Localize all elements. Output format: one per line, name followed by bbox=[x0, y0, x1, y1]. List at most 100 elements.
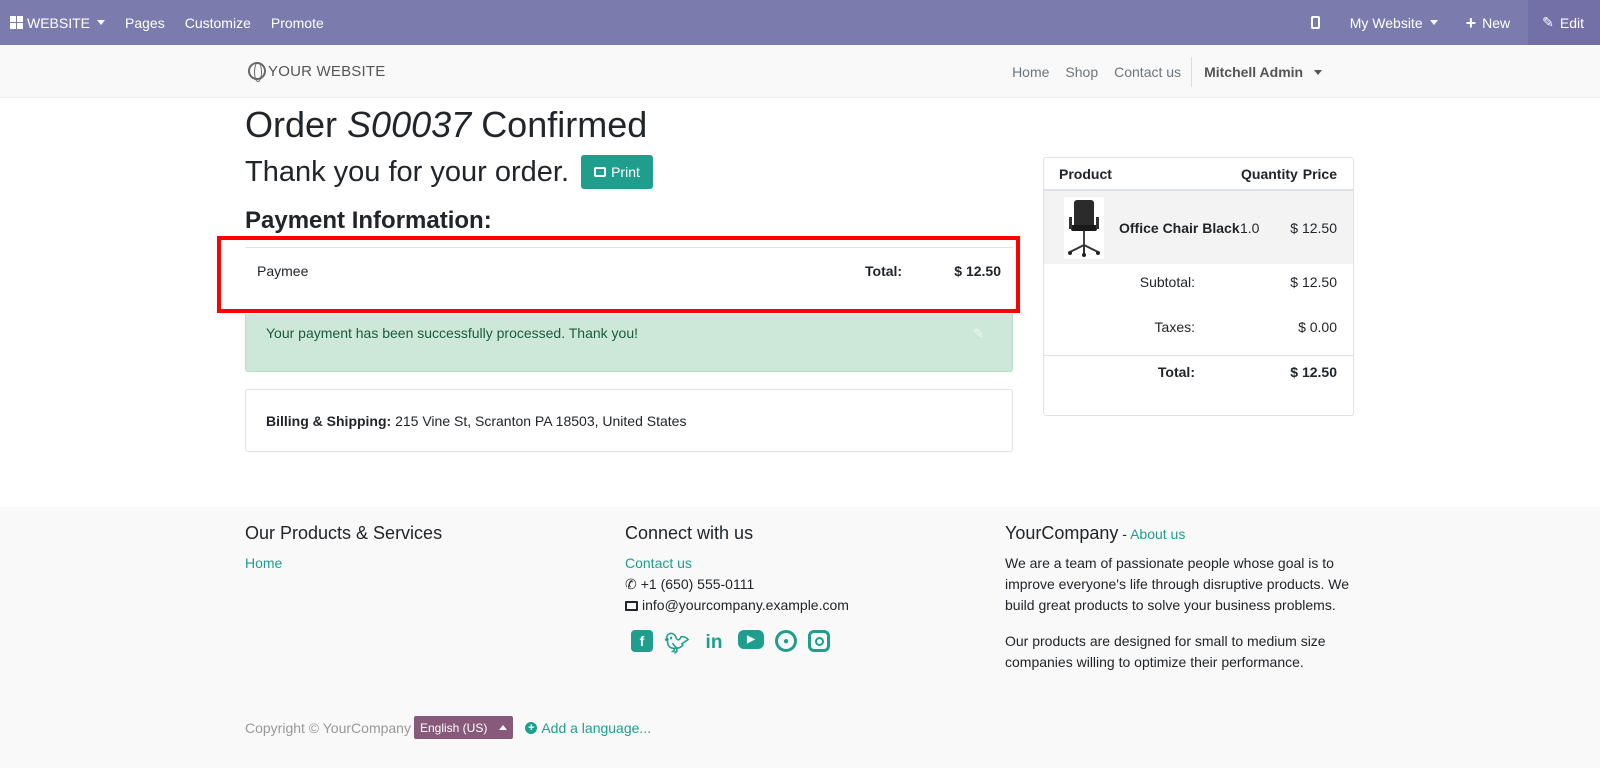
print-button[interactable]: Print bbox=[581, 155, 653, 189]
website-selector-label: My Website bbox=[1349, 14, 1423, 31]
add-language-label: Add a language... bbox=[541, 719, 652, 736]
order-title: Order S00037 Confirmed bbox=[245, 104, 647, 146]
envelope-icon bbox=[625, 601, 638, 611]
language-selector[interactable]: English (US) bbox=[413, 716, 514, 739]
github-icon[interactable]: ● bbox=[775, 630, 797, 652]
order-title-suffix: Confirmed bbox=[481, 104, 648, 145]
pencil-icon: ✎ bbox=[973, 326, 984, 341]
product-quantity: 1.0 bbox=[1240, 220, 1260, 236]
globe-icon bbox=[248, 62, 266, 82]
nav-divider bbox=[1191, 56, 1193, 87]
col-product: Product bbox=[1059, 166, 1112, 182]
printer-icon bbox=[594, 167, 607, 177]
nav-shop[interactable]: Shop bbox=[1057, 64, 1106, 80]
footer-products-column: Our Products & Services Home bbox=[245, 523, 442, 574]
user-menu[interactable]: Mitchell Admin bbox=[1196, 64, 1330, 80]
pencil-icon: ✎ bbox=[1542, 14, 1554, 30]
company-description-2: Our products are designed for small to m… bbox=[1005, 633, 1326, 670]
chevron-up-icon bbox=[499, 725, 508, 730]
footer-company-heading: YourCompany - About us bbox=[1005, 523, 1355, 544]
linkedin-icon[interactable]: in bbox=[701, 630, 727, 656]
thank-you-text: Thank you for your order. bbox=[245, 155, 569, 188]
pages-menu[interactable]: Pages bbox=[115, 0, 175, 45]
subtotal-value: $ 12.50 bbox=[1290, 274, 1337, 290]
edit-label: Edit bbox=[1559, 14, 1584, 31]
phone-icon: ✆ bbox=[625, 576, 637, 592]
plus-circle-icon: + bbox=[525, 721, 538, 734]
cart-line: Office Chair Black 1.0 $ 12.50 bbox=[1044, 191, 1353, 264]
site-header: YOUR WEBSITE Home Shop Contact us Mitche… bbox=[0, 45, 1600, 98]
instagram-icon[interactable] bbox=[808, 630, 830, 652]
website-app-menu[interactable]: WEBSITE bbox=[0, 0, 115, 45]
col-quantity: Quantity bbox=[1241, 166, 1298, 182]
app-name: WEBSITE bbox=[27, 14, 91, 31]
mobile-preview-button[interactable] bbox=[1295, 0, 1336, 45]
language-label: English (US) bbox=[419, 720, 488, 735]
billing-label: Billing & Shipping: bbox=[266, 413, 392, 429]
footer: Our Products & Services Home Connect wit… bbox=[0, 507, 1600, 768]
order-summary: Product Quantity Price Office Chair Blac… bbox=[1043, 157, 1354, 416]
new-button[interactable]: + New bbox=[1452, 0, 1529, 45]
footer-company-column: YourCompany - About us We are a team of … bbox=[1005, 523, 1355, 688]
footer-link-contact-us[interactable]: Contact us bbox=[625, 555, 692, 571]
footer-phone: ✆ +1 (650) 555-0111 bbox=[625, 574, 849, 595]
billing-shipping-card: Billing & Shipping: 215 Vine St, Scranto… bbox=[245, 389, 1013, 452]
facebook-icon[interactable]: f bbox=[631, 630, 653, 652]
social-links: f 🐦︎ in ▶ ● bbox=[631, 630, 849, 656]
summary-divider bbox=[1044, 355, 1353, 356]
apps-grid-icon bbox=[10, 16, 23, 29]
footer-email: info@yourcompany.example.com bbox=[625, 595, 849, 616]
footer-connect-heading: Connect with us bbox=[625, 523, 754, 543]
edit-button[interactable]: ✎ Edit bbox=[1528, 0, 1600, 45]
heading-separator: - bbox=[1118, 526, 1131, 542]
add-language-link[interactable]: + Add a language... bbox=[525, 720, 651, 736]
taxes-label: Taxes: bbox=[1154, 319, 1195, 335]
payment-total-value: $ 12.50 bbox=[954, 263, 1001, 279]
mobile-icon bbox=[1310, 16, 1320, 29]
product-name[interactable]: Office Chair Black bbox=[1119, 220, 1240, 236]
site-logo[interactable]: YOUR WEBSITE bbox=[248, 62, 386, 82]
chevron-down-icon bbox=[1429, 20, 1438, 25]
new-label: New bbox=[1482, 14, 1511, 31]
footer-connect-column: Connect with us Contact us ✆ +1 (650) 555… bbox=[625, 523, 849, 656]
plus-icon: + bbox=[1465, 12, 1477, 33]
admin-bar: WEBSITE Pages Customize Promote My Websi… bbox=[0, 0, 1600, 45]
print-label: Print bbox=[611, 164, 640, 180]
youtube-icon[interactable]: ▶ bbox=[738, 630, 764, 649]
footer-products-heading: Our Products & Services bbox=[245, 523, 443, 543]
total-value: $ 12.50 bbox=[1290, 364, 1337, 380]
product-price: $ 12.50 bbox=[1290, 220, 1337, 236]
phone-number: +1 (650) 555-0111 bbox=[640, 576, 755, 592]
col-price: Price bbox=[1302, 166, 1337, 182]
nav-home[interactable]: Home bbox=[1004, 64, 1057, 80]
user-name: Mitchell Admin bbox=[1204, 63, 1304, 80]
footer-link-about-us[interactable]: About us bbox=[1130, 526, 1185, 542]
customize-menu[interactable]: Customize bbox=[175, 0, 261, 45]
promote-menu[interactable]: Promote bbox=[261, 0, 334, 45]
order-title-prefix: Order bbox=[245, 104, 338, 145]
order-number: S00037 bbox=[347, 104, 472, 145]
nav-contact-us[interactable]: Contact us bbox=[1106, 64, 1189, 80]
subtotal-label: Subtotal: bbox=[1139, 274, 1195, 290]
logo-text: YOUR WEBSITE bbox=[268, 62, 386, 80]
payment-total-label: Total: bbox=[865, 263, 903, 279]
total-label: Total: bbox=[1157, 364, 1195, 380]
payment-info-heading: Payment Information: bbox=[245, 207, 492, 234]
footer-link-home[interactable]: Home bbox=[245, 555, 282, 571]
website-selector[interactable]: My Website bbox=[1336, 0, 1452, 45]
success-message: Your payment has been successfully proce… bbox=[266, 325, 638, 341]
copyright-text: Copyright © YourCompany bbox=[245, 719, 411, 736]
thank-you-heading: Thank you for your order. Print bbox=[245, 155, 653, 189]
billing-address: 215 Vine St, Scranton PA 18503, United S… bbox=[395, 413, 687, 429]
main-nav: Home Shop Contact us Mitchell Admin bbox=[1004, 45, 1330, 98]
chevron-down-icon bbox=[97, 20, 106, 25]
twitter-icon[interactable]: 🐦︎ bbox=[664, 630, 690, 656]
company-name: YourCompany bbox=[1005, 523, 1119, 543]
payment-row: Paymee Total: $ 12.50 bbox=[245, 247, 1013, 293]
company-description: We are a team of passionate people whose… bbox=[1005, 555, 1350, 613]
payment-method: Paymee bbox=[257, 263, 309, 279]
payment-success-alert: Your payment has been successfully proce… bbox=[245, 314, 1013, 372]
email-address: info@yourcompany.example.com bbox=[642, 597, 849, 613]
order-summary-header: Product Quantity Price bbox=[1044, 158, 1353, 191]
copyright-bar: Copyright © YourCompany English (US) + A… bbox=[245, 716, 651, 739]
